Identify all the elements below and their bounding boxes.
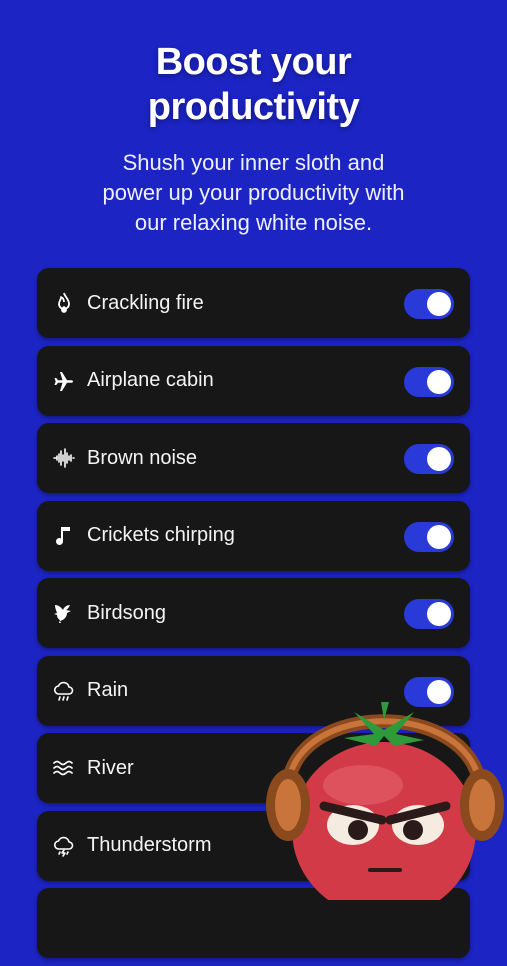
bird-icon (51, 600, 77, 626)
toggle-knob (427, 524, 451, 549)
sound-label: Crickets chirping (87, 524, 235, 546)
page-subtitle: Shush your inner sloth and power up your… (40, 148, 467, 238)
crackling-fire-toggle[interactable] (404, 289, 454, 319)
sound-row-birdsong[interactable]: Birdsong (37, 578, 470, 648)
sound-row-crackling-fire[interactable]: Crackling fire (37, 268, 470, 338)
toggle-knob (427, 602, 451, 626)
sound-label: Birdsong (87, 601, 166, 624)
sound-label: Crackling fire (87, 291, 204, 314)
tomato-mascot-illustration (266, 702, 504, 900)
sound-row-airplane-cabin[interactable]: Airplane cabin (37, 345, 470, 416)
subtitle-line-3: our relaxing white noise. (134, 210, 373, 235)
sound-label: Rain (87, 679, 129, 701)
crickets-chirping-toggle[interactable] (404, 521, 454, 552)
airplane-icon (51, 368, 77, 394)
storm-cloud-icon (51, 833, 77, 859)
waves-icon (51, 755, 77, 781)
rain-cloud-icon (51, 678, 77, 704)
fire-icon (51, 290, 77, 316)
brown-noise-toggle[interactable] (404, 444, 454, 474)
birdsong-toggle[interactable] (404, 599, 454, 629)
page-title-line-1: Boost your (155, 41, 352, 83)
toggle-knob (427, 369, 451, 394)
toggle-knob (427, 447, 451, 471)
subtitle-line-1: Shush your inner sloth and (122, 150, 385, 175)
music-note-icon (51, 523, 77, 549)
sound-row-brown-noise[interactable]: Brown noise (37, 423, 470, 493)
toggle-knob (427, 292, 451, 316)
sound-label: River (87, 756, 134, 779)
airplane-cabin-toggle[interactable] (404, 366, 454, 397)
sound-row-crickets-chirping[interactable]: Crickets chirping (37, 500, 470, 571)
waveform-icon (51, 445, 77, 471)
page-title: Boost your productivity (0, 40, 507, 130)
sound-label: Thunderstorm (87, 834, 212, 856)
page-title-line-2: productivity (147, 86, 360, 128)
sound-label: Brown noise (87, 446, 198, 469)
subtitle-line-2: power up your productivity with (102, 180, 405, 205)
sound-label: Airplane cabin (87, 369, 214, 391)
